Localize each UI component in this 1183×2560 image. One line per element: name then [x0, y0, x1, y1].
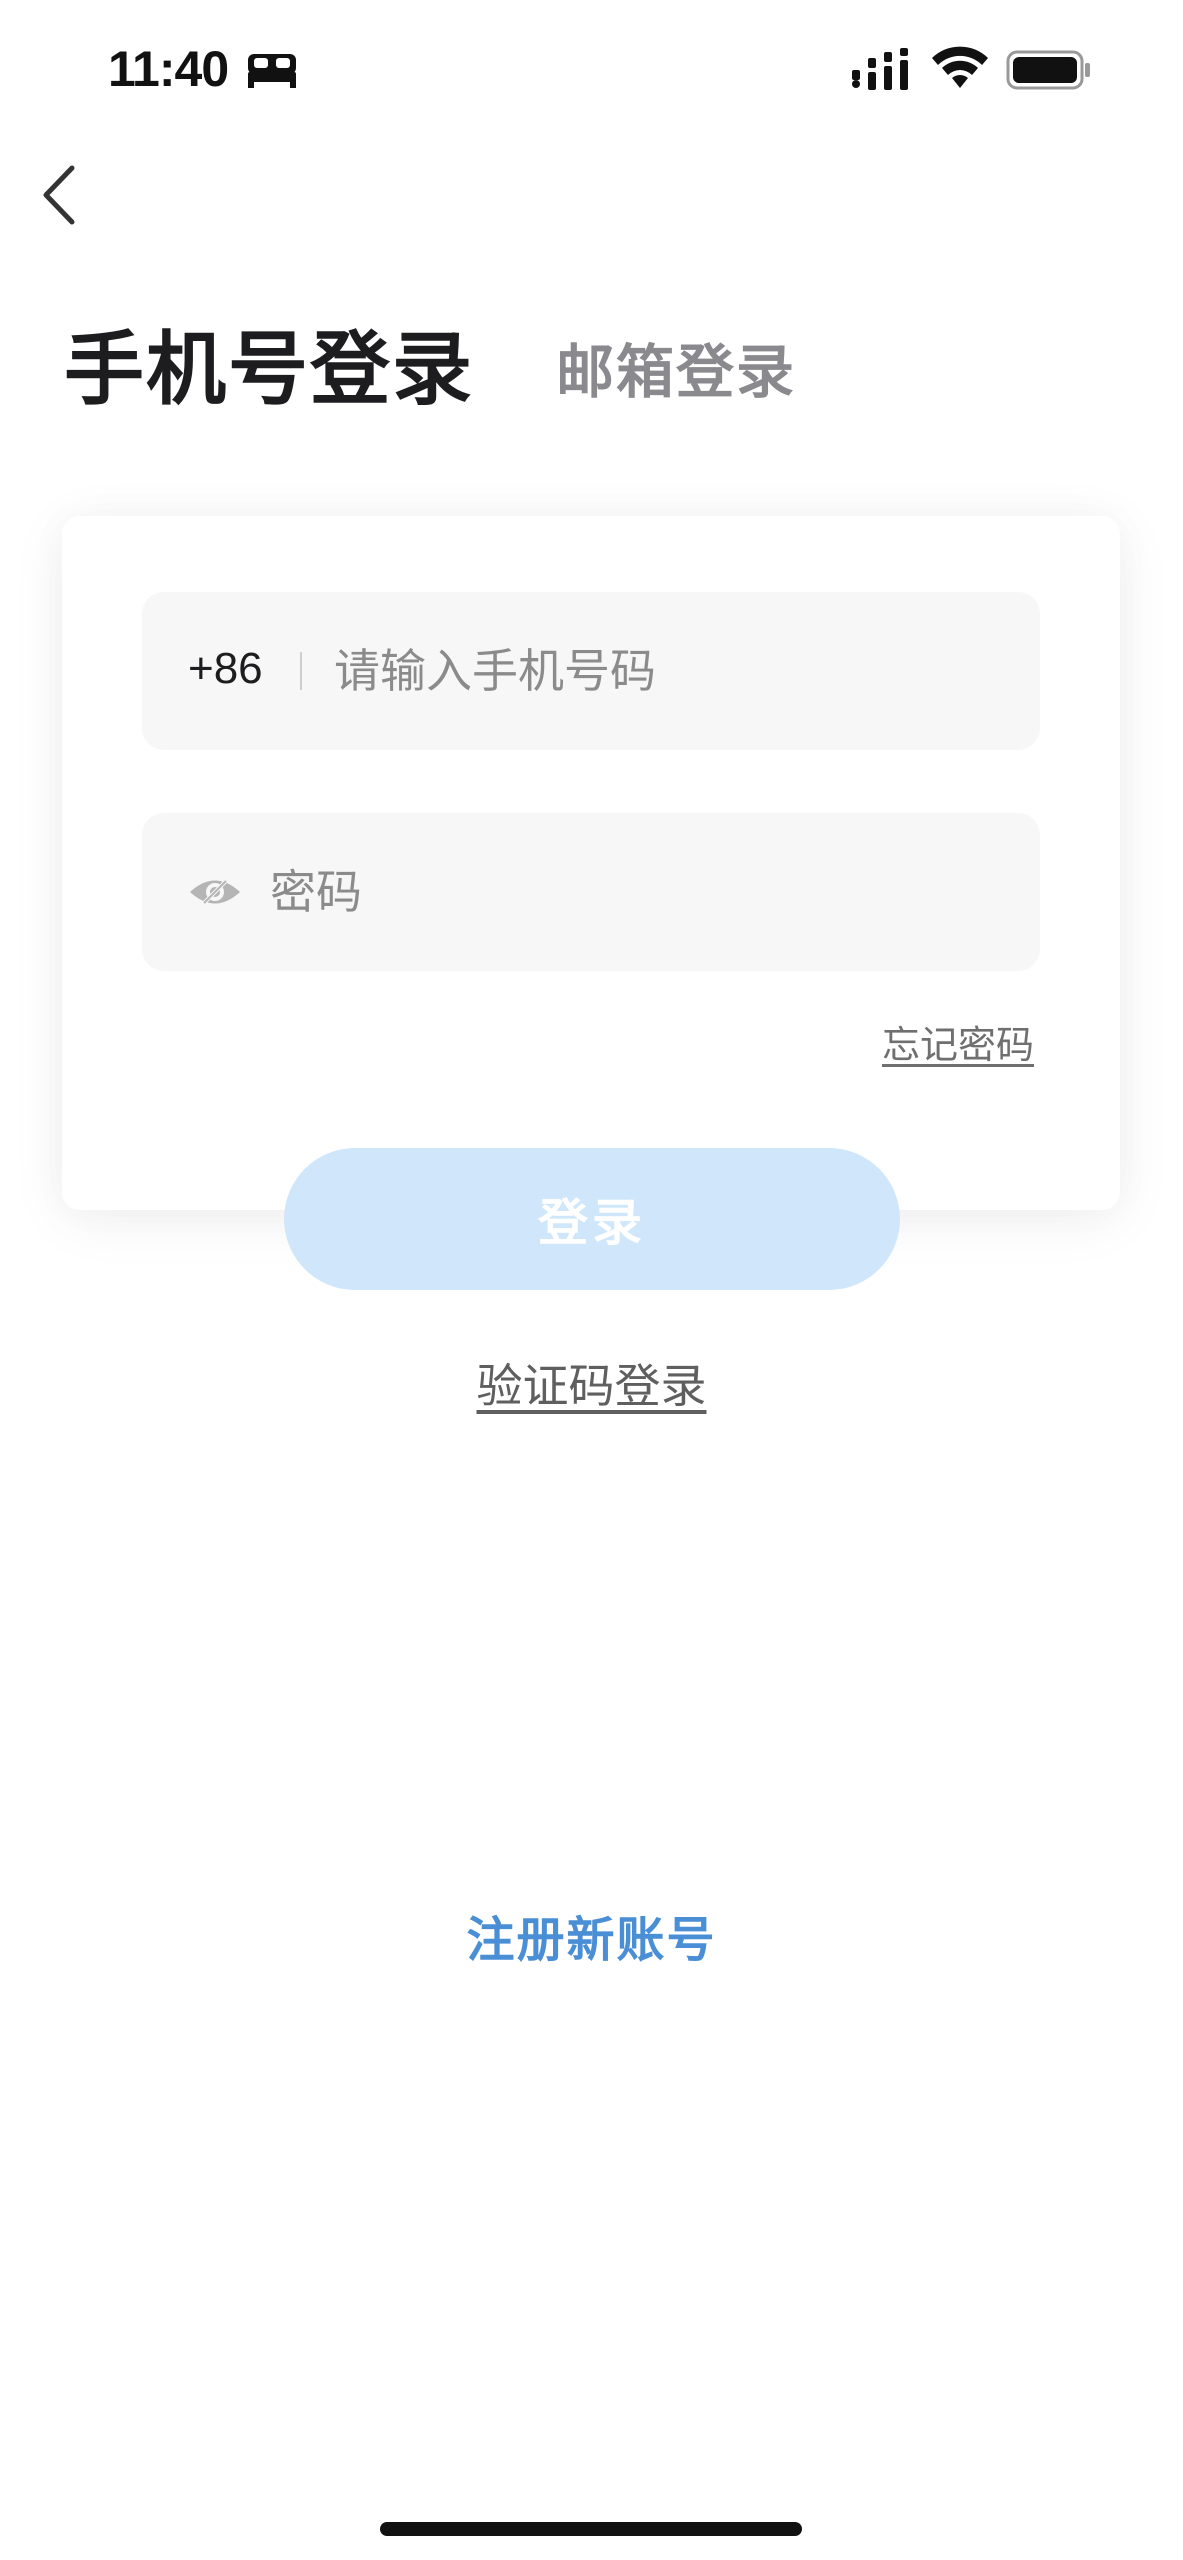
phone-field: +86 [142, 592, 1040, 750]
password-field [142, 813, 1040, 971]
wifi-icon [932, 46, 988, 88]
password-input[interactable] [270, 853, 1010, 931]
phone-input[interactable] [334, 632, 1014, 710]
login-button[interactable]: 登录 [284, 1148, 900, 1290]
home-indicator [380, 2522, 802, 2536]
sms-login-link-row: 验证码登录 [0, 1350, 1183, 1416]
status-time: 11:40 [108, 41, 229, 97]
bed-icon [248, 54, 296, 88]
login-screen: 11:40 手机号登录 邮箱登录 +86 请输入手机号码 忘记密码 登录 验证码… [0, 0, 1183, 2560]
country-code[interactable]: +86 [188, 644, 263, 694]
chevron-left-icon[interactable] [36, 162, 86, 228]
tab-email-login[interactable]: 邮箱登录 [556, 325, 796, 409]
login-card: +86 忘记密码 [62, 516, 1120, 1210]
sms-login-link[interactable]: 验证码登录 [477, 1359, 707, 1413]
eye-off-icon[interactable] [188, 873, 242, 911]
forgot-password-link[interactable]: 忘记密码 [882, 1014, 1034, 1069]
battery-icon [1006, 50, 1090, 90]
register-link[interactable]: 注册新账号 [0, 1900, 1183, 1970]
signal-icon [852, 48, 908, 90]
tab-phone-login[interactable]: 手机号登录 [64, 305, 474, 421]
field-divider [300, 652, 302, 690]
